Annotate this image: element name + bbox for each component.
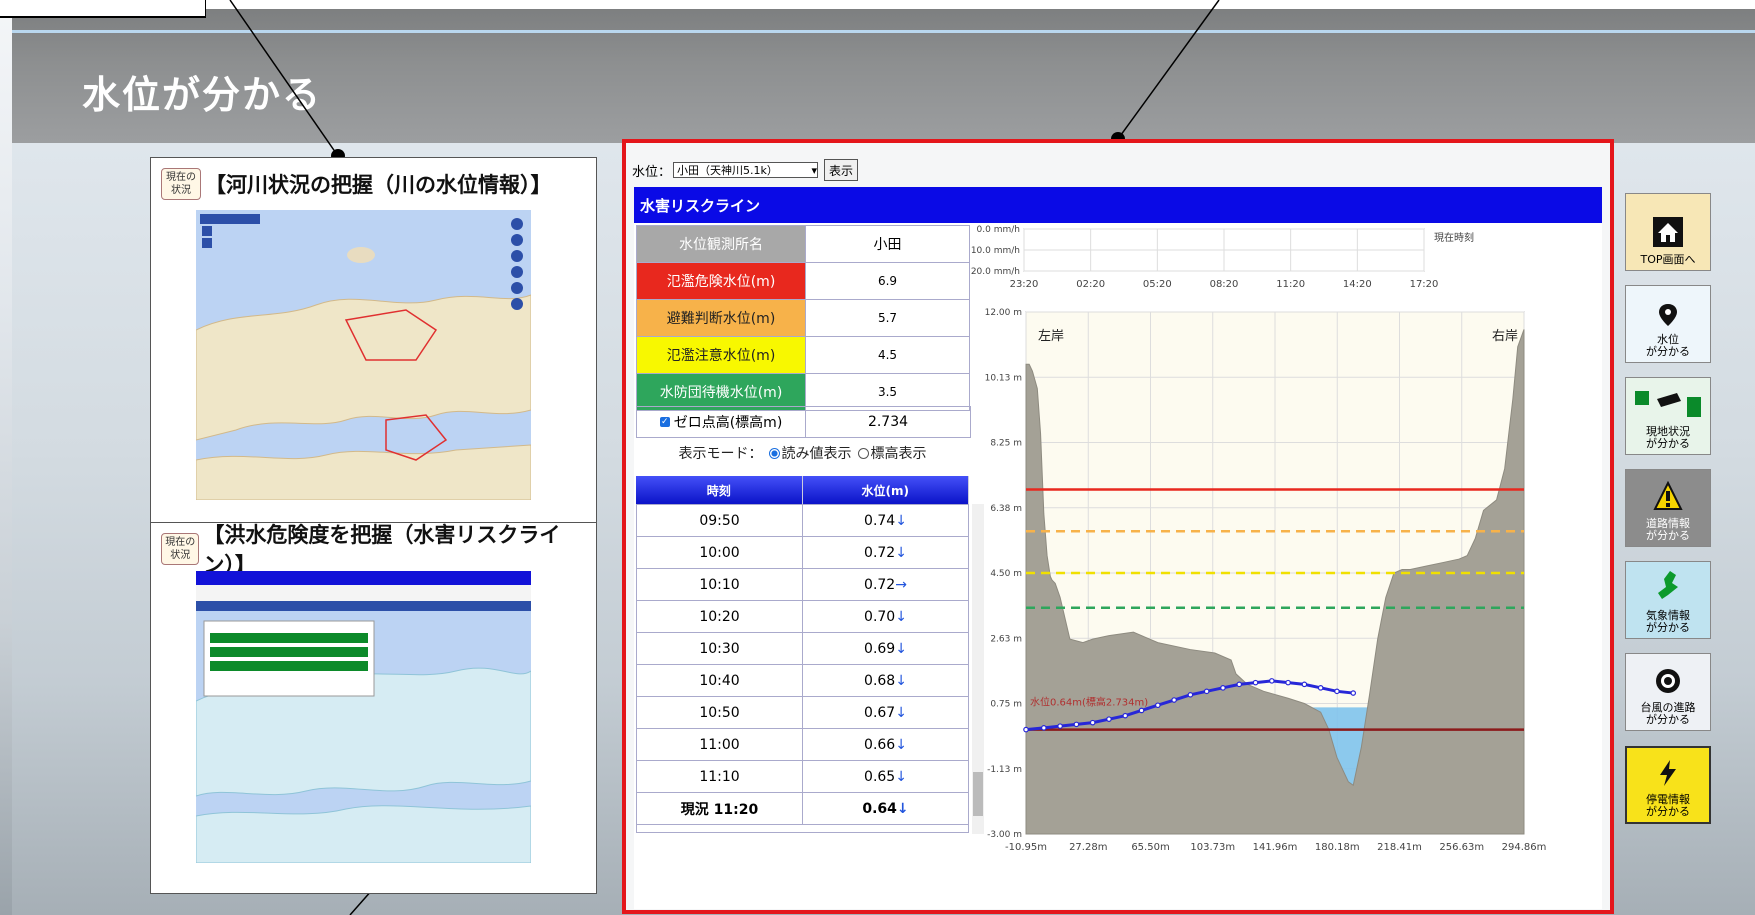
nav-button-lightning[interactable]: 停電情報 が分かる xyxy=(1625,746,1711,824)
xs-xtick-label: 141.96m xyxy=(1253,842,1298,853)
nav-button-label: 道路情報 が分かる xyxy=(1646,517,1690,542)
status-badge: 現在の 状況 xyxy=(161,168,201,200)
card-river-status: 現在の 状況 【河川状況の把握（川の水位情報）】 xyxy=(150,157,597,524)
xs-xtick-label: 180.18m xyxy=(1315,842,1360,853)
road-warning-icon xyxy=(1653,480,1683,514)
nav-button-weather-map[interactable]: 気象情報 が分かる xyxy=(1625,561,1711,639)
card-title: 【河川状況の把握（川の水位情報）】 xyxy=(205,173,552,197)
xs-ytick-label: 4.50 m xyxy=(990,569,1022,579)
water-level-point xyxy=(1334,688,1340,695)
water-level-point xyxy=(1220,685,1226,691)
nav-button-label: 台風の進路 が分かる xyxy=(1640,701,1696,726)
nav-button-label: TOP画面へ xyxy=(1640,253,1696,266)
water-level-point xyxy=(1187,691,1194,698)
card-title: 【洪水危険度を把握（水害リスクライン）】 xyxy=(203,523,561,577)
riskline-panel: 水位観測所名 小田 氾濫危険水位(m) 6.9 避難判断水位(m) 5.7 氾濫… xyxy=(634,223,1602,909)
nav-button-camera[interactable]: 現地状況 が分かる xyxy=(1625,377,1711,455)
home-icon xyxy=(1653,217,1683,250)
nav-button-pin[interactable]: 水位 が分かる xyxy=(1625,285,1711,363)
map-graphic xyxy=(196,210,531,500)
rain-xtick-label: 02:20 xyxy=(1076,279,1105,290)
water-level-point xyxy=(1171,697,1177,703)
nav-button-typhoon[interactable]: 台風の進路 が分かる xyxy=(1625,653,1711,731)
nav-button-road-warning[interactable]: 道路情報 が分かる xyxy=(1625,469,1711,547)
card-flood-risk: 現在の 状況 【洪水危険度を把握（水害リスクライン）】 xyxy=(150,522,597,894)
rain-xtick-label: 17:20 xyxy=(1410,279,1439,290)
water-level-point xyxy=(1155,702,1161,709)
water-level-point xyxy=(1041,725,1047,731)
xs-xtick-label: 65.50m xyxy=(1131,842,1169,853)
rain-xtick-label: 23:20 xyxy=(1010,279,1039,290)
lightning-icon xyxy=(1657,759,1679,790)
xs-xtick-label: 294.86m xyxy=(1502,842,1547,853)
nav-button-label: 現地状況 が分かる xyxy=(1646,425,1690,450)
water-level-point xyxy=(1106,716,1112,722)
map-graphic xyxy=(196,571,531,863)
rain-xtick-label: 14:20 xyxy=(1343,279,1372,290)
water-level-label: 水位0.64m(標高2.734m) xyxy=(1030,695,1148,708)
rain-ytick-label: 20.0 mm/h xyxy=(971,267,1020,277)
xs-xtick-label: 103.73m xyxy=(1190,842,1235,853)
xs-xtick-label: -10.95m xyxy=(1005,842,1047,853)
xs-ytick-label: -3.00 m xyxy=(987,830,1022,840)
show-button[interactable]: 表示 xyxy=(824,159,859,181)
water-level-point xyxy=(1317,685,1324,691)
left-bank-label: 左岸 xyxy=(1038,329,1064,344)
water-level-point xyxy=(1023,726,1029,733)
water-level-point xyxy=(1057,723,1063,729)
riskline-charts: 0.0 mm/h 10.0 mm/h 20.0 mm/h 23:20 02:20 05:2… xyxy=(971,225,1547,853)
weather-map-icon xyxy=(1648,569,1688,606)
nav-button-home[interactable]: TOP画面へ xyxy=(1625,193,1711,271)
rain-ytick-label: 0.0 mm/h xyxy=(977,225,1020,235)
rain-xtick-label: 08:20 xyxy=(1210,279,1239,290)
water-level-point xyxy=(1122,712,1129,719)
xs-ytick-label: 6.38 m xyxy=(990,504,1022,514)
station-selector-row: 水位： 小田（天神川5.1k） ▾ 表示 xyxy=(632,159,859,181)
water-level-point xyxy=(1285,679,1291,686)
rain-xtick-label: 05:20 xyxy=(1143,279,1172,290)
xs-ytick-label: 10.13 m xyxy=(985,373,1022,383)
riskline-map-thumbnail[interactable] xyxy=(196,571,531,863)
water-level-point xyxy=(1301,681,1308,688)
station-select[interactable]: 小田（天神川5.1k） ▾ xyxy=(673,162,819,178)
xs-xtick-label: 27.28m xyxy=(1069,842,1107,853)
card-header: 現在の 状況 【河川状況の把握（川の水位情報）】 xyxy=(161,168,552,200)
pin-icon xyxy=(1657,303,1679,330)
water-level-point xyxy=(1350,690,1357,696)
chevron-down-icon: ▾ xyxy=(811,163,818,177)
xs-ytick-label: 8.25 m xyxy=(990,439,1022,449)
water-level-point xyxy=(1203,688,1210,695)
card-header: 現在の 状況 【洪水危険度を把握（水害リスクライン）】 xyxy=(161,523,596,577)
rain-ytick-label: 10.0 mm/h xyxy=(971,246,1020,256)
water-level-point xyxy=(1073,721,1080,728)
camera-icon xyxy=(1633,389,1703,422)
right-bank-label: 右岸 xyxy=(1492,329,1518,344)
rain-xtick-label: 11:20 xyxy=(1276,279,1305,290)
nav-button-label: 気象情報 が分かる xyxy=(1646,609,1690,634)
water-level-point xyxy=(1138,707,1145,714)
status-badge: 現在の 状況 xyxy=(161,533,200,565)
nav-button-label: 停電情報 が分かる xyxy=(1646,793,1690,818)
water-level-point xyxy=(1252,679,1259,686)
water-level-point xyxy=(1269,678,1275,684)
water-level-point xyxy=(1236,681,1243,688)
xs-ytick-label: 2.63 m xyxy=(990,634,1022,644)
current-time-label: 現在時刻 xyxy=(1434,231,1474,244)
river-map-thumbnail[interactable] xyxy=(196,210,531,500)
xs-xtick-label: 256.63m xyxy=(1439,842,1484,853)
xs-ytick-label: -1.13 m xyxy=(987,765,1022,775)
xs-xtick-label: 218.41m xyxy=(1377,842,1422,853)
water-level-point xyxy=(1089,719,1096,726)
riskline-title: 水害リスクライン xyxy=(634,187,1602,223)
typhoon-icon xyxy=(1654,667,1682,698)
xs-ytick-label: 12.00 m xyxy=(985,308,1022,318)
xs-ytick-label: 0.75 m xyxy=(990,700,1022,710)
main-frame: 水位： 小田（天神川5.1k） ▾ 表示 水害リスクライン 水位観測所名 小田 … xyxy=(622,139,1614,914)
nav-button-label: 水位 が分かる xyxy=(1646,333,1690,358)
